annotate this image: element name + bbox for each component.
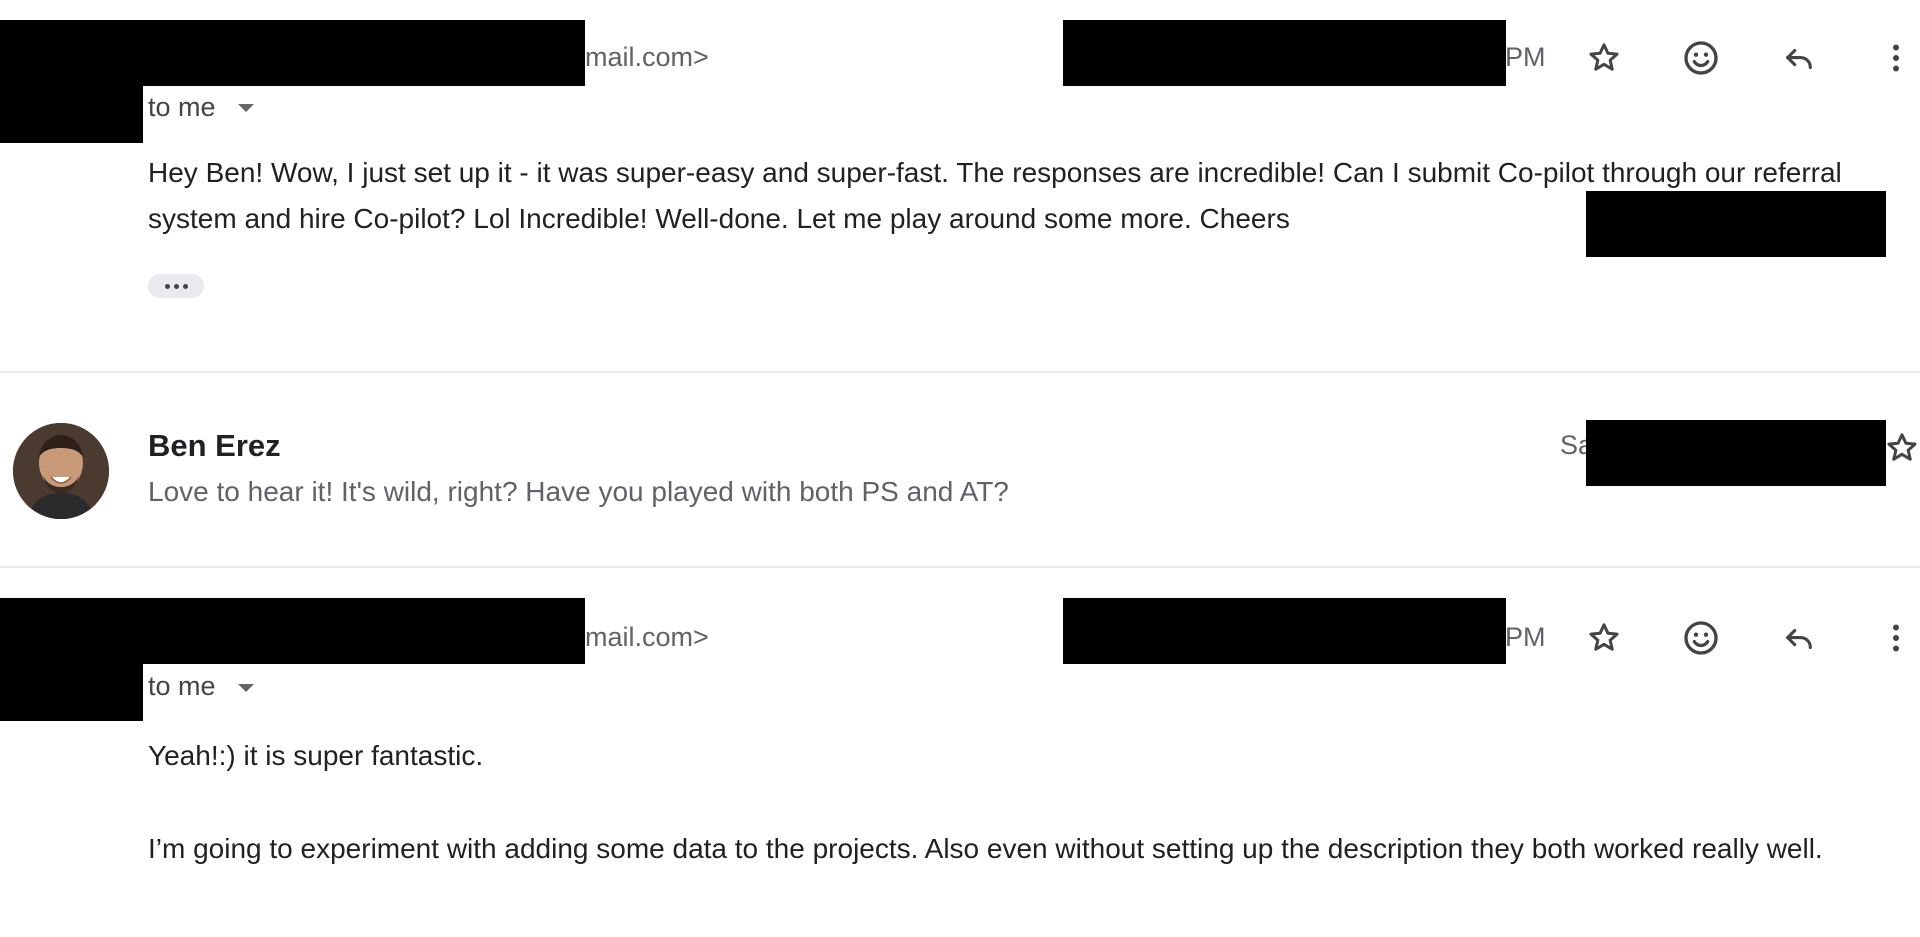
reply-icon (1786, 628, 1812, 650)
message-divider (0, 371, 1920, 373)
recipient-details-toggle[interactable] (234, 680, 258, 696)
ellipsis-dot (173, 283, 179, 289)
time-suffix: PM (1505, 622, 1546, 652)
recipient-label: to me (148, 92, 216, 122)
star-button[interactable] (1586, 620, 1622, 656)
arrow-drop-down-icon (238, 684, 254, 692)
sender-name: Ben Erez (148, 428, 281, 463)
avatar-portrait (13, 423, 109, 519)
redacted-sender-name (0, 20, 585, 86)
reply-button[interactable] (1780, 42, 1818, 76)
redacted-sender-name (0, 598, 585, 664)
arrow-drop-down-icon (238, 104, 254, 112)
recipient-details-toggle[interactable] (234, 100, 258, 116)
avatar (13, 423, 109, 519)
star-icon (1589, 623, 1619, 651)
message-body-paragraph-1: Yeah!:) it is super fantastic. (148, 740, 484, 771)
sender-email-suffix: mail.com> (585, 42, 709, 72)
message-body-paragraph-2: I’m going to experiment with adding some… (148, 833, 1823, 864)
redacted-date (1586, 420, 1886, 486)
reply-icon (1786, 48, 1812, 70)
more-options-button[interactable] (1882, 620, 1910, 656)
emoji-icon (1684, 621, 1718, 655)
redacted-signature (1586, 191, 1886, 257)
reply-button[interactable] (1780, 622, 1818, 656)
more-vert-icon (1893, 44, 1899, 72)
add-reaction-button[interactable] (1681, 38, 1721, 78)
redacted-avatar (0, 86, 143, 143)
message-snippet: Love to hear it! It's wild, right? Have … (148, 476, 1009, 507)
emoji-icon (1684, 41, 1718, 75)
star-button[interactable] (1884, 430, 1920, 466)
show-trimmed-content-button[interactable] (148, 274, 204, 298)
more-options-button[interactable] (1882, 40, 1910, 76)
ellipsis-dot (164, 283, 170, 289)
redacted-date (1063, 20, 1506, 86)
recipient-label: to me (148, 671, 216, 701)
redacted-date (1063, 598, 1506, 664)
sender-email-suffix: mail.com> (585, 622, 709, 652)
more-vert-icon (1893, 624, 1899, 652)
ellipsis-dot (182, 283, 188, 289)
redacted-avatar (0, 664, 143, 721)
time-suffix: PM (1505, 42, 1546, 72)
star-button[interactable] (1586, 40, 1622, 76)
add-reaction-button[interactable] (1681, 618, 1721, 658)
star-icon (1589, 43, 1619, 71)
message-divider (0, 566, 1920, 568)
star-icon (1887, 433, 1917, 461)
